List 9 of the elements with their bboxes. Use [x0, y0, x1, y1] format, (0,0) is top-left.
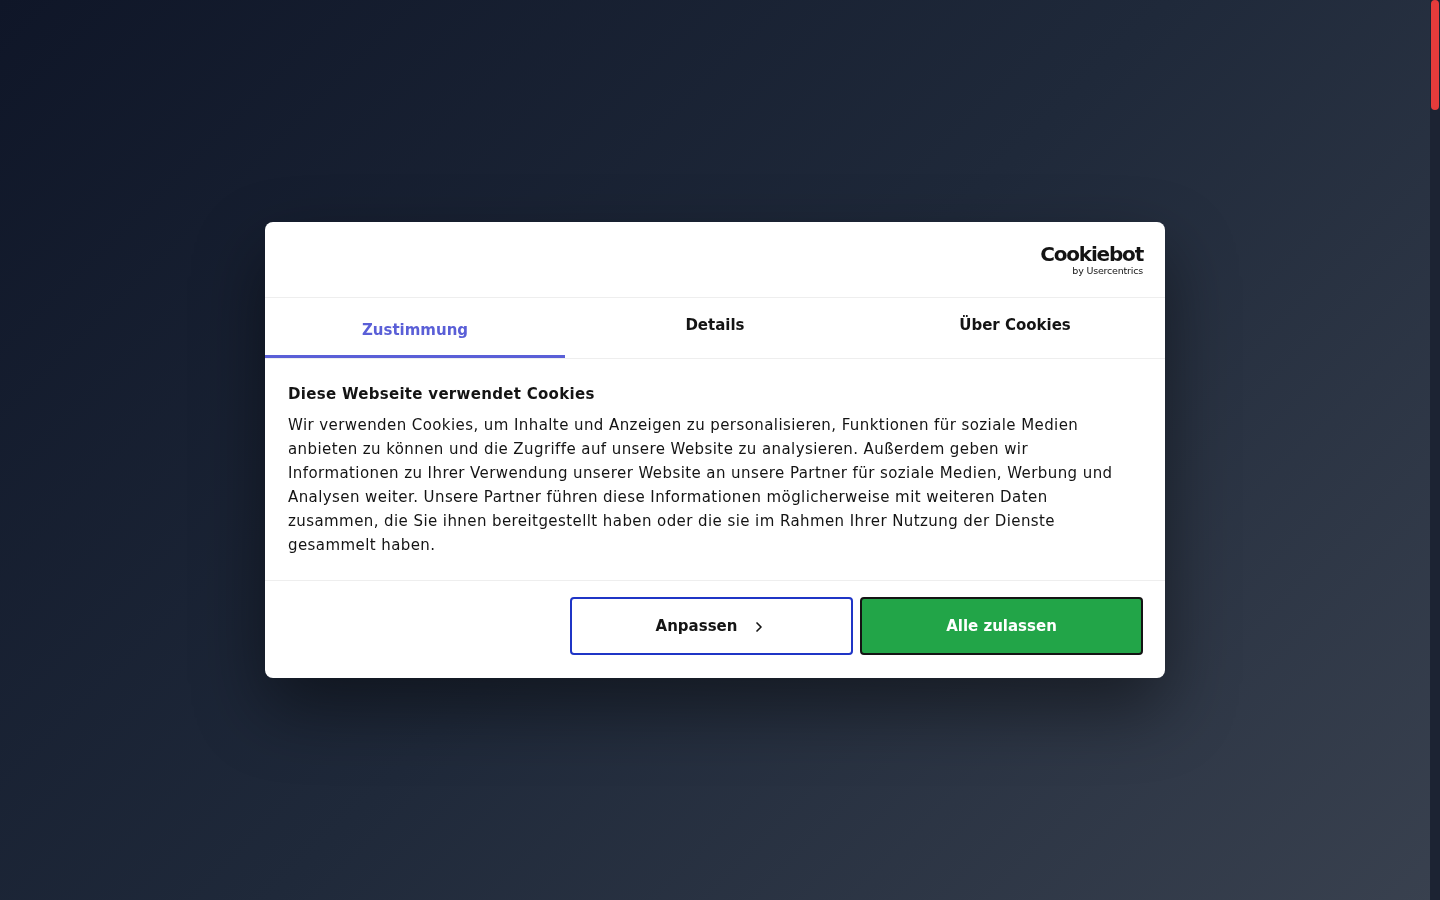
logo-byline: by Usercentrics: [1072, 265, 1143, 276]
logo-wordmark: Cookiebot: [1040, 243, 1143, 265]
tab[interactable]: Über Cookies: [865, 298, 1165, 358]
tab[interactable]: Details: [565, 298, 865, 358]
dialog-heading: Diese Webseite verwendet Cookies: [288, 384, 596, 404]
tab[interactable]: Zustimmung: [265, 298, 565, 358]
scrollbar-thumb[interactable]: [1431, 0, 1439, 110]
consent-text: Wir verwenden Cookies, um Inhalte und Anzeigen zu personalisieren, Funktionen für soziale Medien anbieten zu können und die Zugriffe auf unsere Website zu analysieren. Außerdem geben wir Informationen zu Ihrer Verwendung unserer Website an unsere Partner für soziale Medien, Werbung und Analysen weiter. Unsere Partner führen diese Informationen möglicherweise mit weiteren Daten zusammen, die Sie ihnen bereitgestellt haben oder die sie im Rahmen Ihrer Nutzung der Dienste gesammelt haben.: [288, 415, 1114, 556]
customize-button[interactable]: Anpassen: [570, 597, 853, 655]
